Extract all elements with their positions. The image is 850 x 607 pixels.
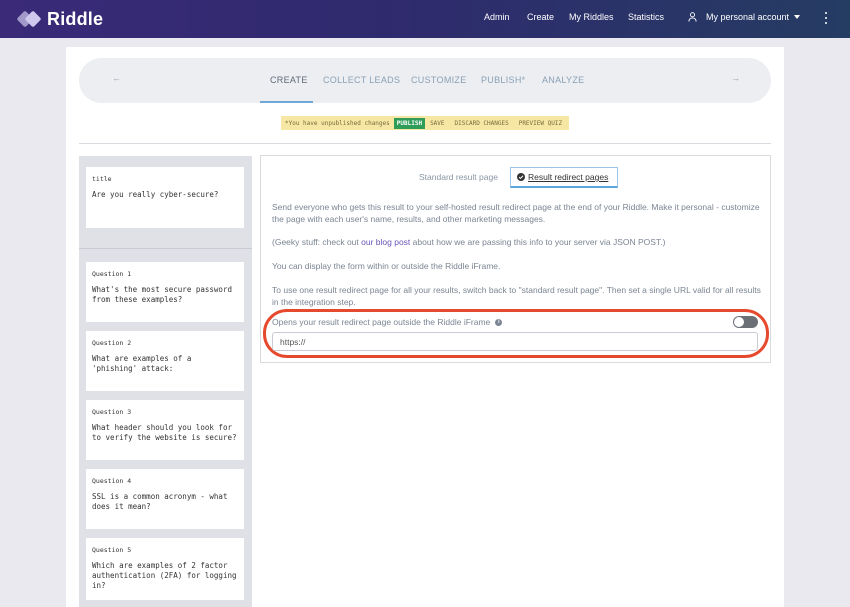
open-outside-iframe-toggle[interactable]	[733, 316, 758, 328]
preview-quiz-button[interactable]: PREVIEW QUIZ	[519, 120, 562, 127]
question-card-3[interactable]: Question 3 What header should you look f…	[86, 400, 244, 460]
step-collect-leads[interactable]: COLLECT LEADS	[323, 75, 400, 85]
iframe-toggle-label-text: Opens your result redirect page outside …	[272, 317, 491, 327]
geeky-note: (Geeky stuff: check out our blog post ab…	[272, 236, 762, 248]
step-publish[interactable]: PUBLISH*	[481, 75, 525, 85]
top-navbar: Riddle Admin Create My Riddles Statistic…	[0, 0, 850, 38]
account-label: My personal account	[706, 12, 790, 22]
redirect-url-input[interactable]	[272, 332, 758, 351]
question-text: SSL is a common acronym - what does it m…	[92, 492, 228, 511]
nav-create[interactable]: Create	[527, 12, 554, 22]
account-menu[interactable]: My personal account	[688, 12, 801, 22]
geeky-note-prefix: (Geeky stuff: check out	[272, 237, 362, 247]
question-text: What header should you look for to verif…	[92, 423, 237, 442]
user-icon	[688, 12, 697, 22]
save-button[interactable]: SAVE	[430, 120, 444, 127]
question-label: Question 4	[92, 477, 132, 485]
section-divider	[79, 143, 771, 144]
info-icon[interactable]: i	[495, 318, 503, 326]
app-name: Riddle	[47, 8, 104, 29]
tab-result-redirect-label: Result redirect pages	[528, 172, 609, 182]
title-card-label: title	[92, 175, 112, 183]
description-text: Send everyone who gets this result to yo…	[272, 202, 760, 224]
question-card-5[interactable]: Question 5 Which are examples of 2 facto…	[86, 538, 244, 600]
question-label: Question 2	[92, 339, 132, 347]
tab-standard-result-page[interactable]: Standard result page	[419, 172, 498, 182]
question-label: Question 5	[92, 546, 132, 554]
iframe-toggle-label: Opens your result redirect page outside …	[272, 317, 503, 327]
question-label: Question 1	[92, 270, 132, 278]
sidebar-divider	[79, 248, 252, 249]
nav-my-riddles[interactable]: My Riddles	[569, 12, 614, 22]
step-create[interactable]: CREATE	[270, 75, 308, 85]
question-label: Question 3	[92, 408, 132, 416]
question-text: Which are examples of 2 factor authentic…	[92, 561, 237, 590]
question-card-1[interactable]: Question 1 What's the most secure passwo…	[86, 262, 244, 322]
discard-changes-button[interactable]: DISCARD CHANGES	[455, 120, 509, 127]
step-analyze[interactable]: ANALYZE	[542, 75, 584, 85]
blog-post-link[interactable]: our blog post	[361, 237, 410, 247]
tab-result-redirect-pages[interactable]: Result redirect pages	[510, 167, 618, 188]
check-circle-icon	[517, 173, 525, 181]
step-customize[interactable]: CUSTOMIZE	[411, 75, 467, 85]
notice-text: *You have unpublished changes	[285, 119, 390, 127]
iframe-display-text: You can display the form within or outsi…	[272, 261, 501, 271]
riddle-logo[interactable]: Riddle	[16, 8, 104, 30]
question-card-2[interactable]: Question 2 What are examples of a 'phish…	[86, 331, 244, 391]
nav-admin[interactable]: Admin	[484, 12, 510, 22]
toggle-knob	[734, 317, 744, 327]
question-text: What's the most secure password from the…	[92, 285, 232, 304]
title-card-text: Are you really cyber-secure?	[92, 190, 219, 199]
riddle-logo-icon	[16, 10, 42, 28]
geeky-note-suffix: about how we are passing this info to yo…	[410, 237, 666, 247]
nav-statistics[interactable]: Statistics	[628, 12, 664, 22]
prev-step-arrow-icon[interactable]: ←	[112, 73, 121, 83]
chevron-down-icon	[794, 15, 801, 19]
single-url-text: To use one result redirect page for all …	[272, 285, 761, 307]
more-menu-icon[interactable]	[825, 12, 828, 24]
next-step-arrow-icon[interactable]: →	[731, 73, 740, 83]
unpublished-notice: *You have unpublished changes PUBLISH SA…	[281, 116, 569, 130]
active-step-indicator	[260, 101, 313, 103]
step-bar: ← → CREATE COLLECT LEADS CUSTOMIZE PUBLI…	[79, 58, 771, 103]
question-card-4[interactable]: Question 4 SSL is a common acronym - wha…	[86, 469, 244, 529]
publish-button[interactable]: PUBLISH	[393, 117, 426, 129]
title-card[interactable]: title Are you really cyber-secure?	[86, 167, 244, 228]
question-text: What are examples of a 'phishing' attack…	[92, 354, 192, 373]
